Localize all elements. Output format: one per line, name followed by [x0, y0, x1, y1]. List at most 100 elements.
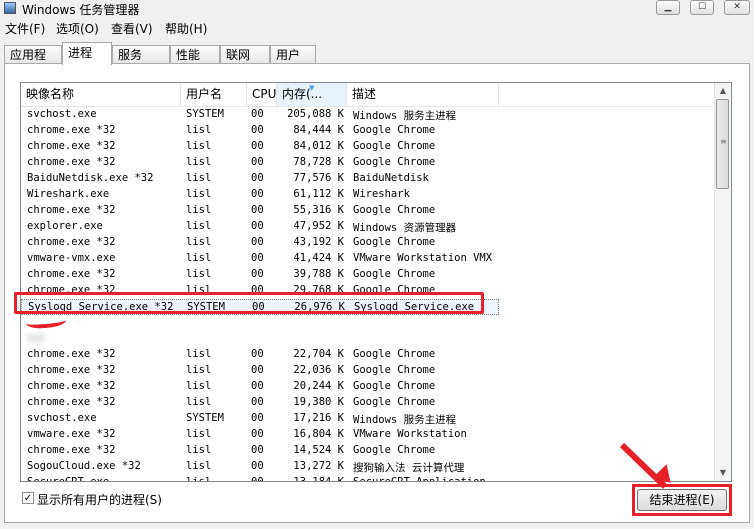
column-cpu[interactable]: CPU — [247, 83, 277, 106]
process-row[interactable]: vmware-vmx.exe lisl 00 41,424 K VMware Works… — [21, 251, 499, 267]
process-name: Wireshark.exe — [27, 188, 110, 200]
process-name: chrome.exe *32 — [27, 268, 116, 280]
process-row[interactable]: chrome.exe *32 lisl 00 43,192 K Google Chrom… — [21, 235, 499, 251]
column-memory-label: 内存(... — [282, 87, 323, 101]
process-row[interactable]: svchost.exe SYSTEM 00 205,088 K Windows 服务主进… — [21, 107, 499, 123]
process-name: chrome.exe *32 — [27, 364, 116, 376]
tab-services[interactable]: 服务 — [112, 45, 170, 64]
process-memory: 16,804 K — [293, 428, 344, 440]
column-memory[interactable]: ▼ 内存(... — [277, 83, 347, 106]
column-description[interactable]: 描述 — [347, 83, 499, 106]
sort-descending-icon: ▼ — [309, 84, 315, 92]
process-user: SYSTEM — [186, 108, 224, 120]
process-memory: 19,380 K — [293, 396, 344, 408]
process-row[interactable]: SecureCRT.exe lisl 00 13,184 K SecureCRT App… — [21, 475, 499, 482]
process-row[interactable]: chrome.exe *32 lisl 00 22,036 K Google Chrom… — [21, 363, 499, 379]
menu-file[interactable]: 文件(F) — [5, 20, 45, 37]
process-name: vmware-vmx.exe — [27, 252, 116, 264]
process-user: lisl — [186, 236, 212, 248]
process-description: Google Chrome — [353, 348, 436, 360]
process-name: chrome.exe *32 — [27, 396, 116, 408]
process-description: Google Chrome — [353, 364, 436, 376]
tab-users[interactable]: 用户 — [270, 45, 316, 64]
vertical-scrollbar[interactable]: ▲ ≡ ▼ — [714, 83, 731, 481]
menu-view[interactable]: 查看(V) — [111, 20, 153, 37]
process-memory: 61,112 K — [293, 188, 344, 200]
process-row[interactable]: chrome.exe *32 lisl 00 55,316 K Google Chrom… — [21, 203, 499, 219]
maximize-button[interactable]: ☐ — [690, 0, 714, 15]
process-memory: 77,576 K — [293, 172, 344, 184]
process-memory: 205,088 K — [287, 108, 344, 120]
window-title: Windows 任务管理器 — [22, 3, 140, 17]
process-name: chrome.exe *32 — [27, 156, 116, 168]
show-all-checkbox[interactable]: ✓ — [22, 492, 34, 504]
process-cpu: 00 — [251, 156, 264, 168]
process-cpu: 00 — [251, 380, 264, 392]
process-row[interactable] — [21, 315, 499, 331]
process-row[interactable]: chrome.exe *32 lisl 00 84,444 K Google Chrom… — [21, 123, 499, 139]
process-row[interactable]: svchost.exe SYSTEM 00 17,216 K Windows 服务主进程 — [21, 411, 499, 427]
process-cpu: 00 — [251, 396, 264, 408]
process-description: VMware Workstation — [353, 428, 467, 440]
process-cpu: 00 — [251, 444, 264, 456]
column-image-name[interactable]: 映像名称 — [21, 83, 181, 106]
scroll-thumb[interactable]: ≡ — [716, 99, 729, 189]
process-description: Google Chrome — [353, 380, 436, 392]
process-description: Google Chrome — [353, 236, 436, 248]
process-row[interactable]: Wireshark.exe lisl 00 61,112 K Wireshark — [21, 187, 499, 203]
process-description: Google Chrome — [353, 124, 436, 136]
process-user: lisl — [186, 124, 212, 136]
process-row[interactable]: explorer.exe lisl 00 47,952 K Windows 资源管理器 — [21, 219, 499, 235]
process-list[interactable]: 映像名称 用户名 CPU ▼ 内存(... 描述 svchost.exe SYST… — [20, 82, 732, 482]
process-user: lisl — [186, 172, 212, 184]
process-name: SogouCloud.exe *32 — [27, 460, 141, 472]
process-name: explorer.exe — [27, 220, 103, 232]
tab-performance[interactable]: 性能 — [170, 45, 220, 64]
process-row[interactable]: BaiduNetdisk.exe *32 lisl 00 77,576 K BaiduN… — [21, 171, 499, 187]
process-description: Windows 资源管理器 — [353, 222, 457, 234]
process-user: lisl — [186, 188, 212, 200]
process-row[interactable]: vmware.exe *32 lisl 00 16,804 K VMware Works… — [21, 427, 499, 443]
show-all-label: 显示所有用户的进程(S) — [37, 493, 162, 507]
scroll-down-icon[interactable]: ▼ — [717, 467, 729, 479]
process-cpu: 00 — [251, 364, 264, 376]
process-name: SecureCRT.exe — [27, 476, 110, 482]
process-user: lisl — [186, 348, 212, 360]
process-memory: 13,272 K — [293, 460, 344, 472]
process-row[interactable]: svc — [21, 331, 499, 347]
column-user-name[interactable]: 用户名 — [181, 83, 247, 106]
menu-help[interactable]: 帮助(H) — [165, 20, 207, 37]
process-row[interactable]: chrome.exe *32 lisl 00 19,380 K Google Chrom… — [21, 395, 499, 411]
title-bar: Windows 任务管理器 ▁ ☐ ✕ — [0, 0, 754, 18]
tab-applications[interactable]: 应用程序 — [4, 45, 62, 80]
process-row[interactable]: chrome.exe *32 lisl 00 20,244 K Google Chrom… — [21, 379, 499, 395]
process-row[interactable]: chrome.exe *32 lisl 00 14,524 K Google Chrom… — [21, 443, 499, 459]
process-row[interactable]: SogouCloud.exe *32 lisl 00 13,272 K 搜狗输入法 云计… — [21, 459, 499, 475]
process-user: lisl — [186, 476, 212, 482]
minimize-button[interactable]: ▁ — [656, 0, 680, 15]
process-cpu: 00 — [251, 460, 264, 472]
tab-networking[interactable]: 联网 — [220, 45, 270, 64]
process-cpu: 00 — [251, 172, 264, 184]
process-memory: 41,424 K — [293, 252, 344, 264]
process-memory: 17,216 K — [293, 412, 344, 424]
process-user: lisl — [186, 268, 212, 280]
end-process-annotation-box — [632, 484, 732, 516]
process-name: vmware.exe *32 — [27, 428, 116, 440]
tab-processes[interactable]: 进程 — [62, 42, 112, 65]
process-name: chrome.exe *32 — [27, 124, 116, 136]
process-name: chrome.exe *32 — [27, 236, 116, 248]
process-memory: 84,444 K — [293, 124, 344, 136]
process-memory: 55,316 K — [293, 204, 344, 216]
process-user: lisl — [186, 380, 212, 392]
process-row[interactable]: chrome.exe *32 lisl 00 39,788 K Google Chrom… — [21, 267, 499, 283]
process-description: Google Chrome — [353, 204, 436, 216]
process-cpu: 00 — [251, 188, 264, 200]
menu-options[interactable]: 选项(O) — [56, 20, 99, 37]
process-row[interactable]: chrome.exe *32 lisl 00 78,728 K Google Chrom… — [21, 155, 499, 171]
process-description: Google Chrome — [353, 268, 436, 280]
scroll-up-icon[interactable]: ▲ — [717, 85, 729, 97]
close-button[interactable]: ✕ — [724, 0, 750, 15]
process-row[interactable]: chrome.exe *32 lisl 00 22,704 K Google Chrom… — [21, 347, 499, 363]
process-row[interactable]: chrome.exe *32 lisl 00 84,012 K Google Chrom… — [21, 139, 499, 155]
